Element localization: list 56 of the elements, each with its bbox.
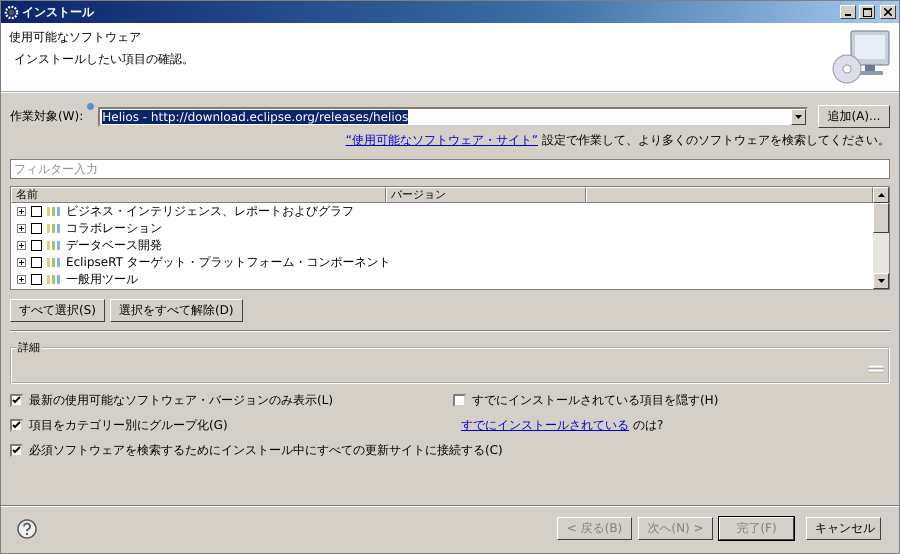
gear-icon bbox=[4, 4, 19, 20]
expand-icon[interactable] bbox=[17, 241, 26, 250]
expand-icon[interactable] bbox=[17, 258, 26, 267]
category-icon bbox=[47, 241, 61, 250]
header-title: 使用可能なソフトウェア bbox=[9, 29, 142, 46]
close-button[interactable] bbox=[880, 5, 896, 19]
window-title: インストール bbox=[22, 4, 96, 20]
available-sites-link[interactable]: “使用可能なソフトウェア・サイト” bbox=[346, 132, 538, 149]
option-label: 項目をカテゴリー別にグループ化(G) bbox=[29, 417, 228, 434]
category-icon bbox=[47, 207, 61, 216]
expand-icon[interactable] bbox=[17, 224, 26, 233]
sites-hint-text: 設定で作業して、より多くのソフトウェアを検索してください。 bbox=[542, 132, 890, 149]
category-icon bbox=[47, 275, 61, 284]
option-checkbox[interactable] bbox=[10, 394, 23, 407]
deselect-all-button[interactable]: 選択をすべて解除(D) bbox=[110, 299, 243, 322]
category-name: ビジネス・インテリジェンス、レポートおよびグラフ bbox=[66, 203, 354, 220]
column-header[interactable]: 名前 bbox=[11, 187, 386, 203]
installed-link[interactable]: すでにインストールされている bbox=[461, 417, 629, 434]
column-header[interactable]: バージョン bbox=[386, 187, 586, 203]
row-checkbox[interactable] bbox=[31, 257, 42, 268]
category-name: コラボレーション bbox=[66, 220, 162, 237]
row-checkbox[interactable] bbox=[31, 274, 42, 285]
select-all-button[interactable]: すべて選択(S) bbox=[10, 299, 105, 322]
expand-icon[interactable] bbox=[17, 207, 26, 216]
work-with-label: 作業対象(W): bbox=[10, 108, 84, 125]
scroll-up-arrow-icon[interactable] bbox=[878, 193, 884, 197]
option-checkbox[interactable] bbox=[453, 394, 466, 407]
header-description: インストールしたい項目の確認。 bbox=[13, 51, 195, 68]
option-label: 最新の使用可能なソフトウェア・バージョンのみ表示(L) bbox=[29, 392, 334, 409]
option-label: 必須ソフトウェアを検索するためにインストール中にすべての更新サイトに接続する(C) bbox=[29, 442, 503, 459]
expand-icon[interactable] bbox=[17, 275, 26, 284]
add-button[interactable]: 追加(A)... bbox=[818, 105, 890, 128]
maximize-icon bbox=[862, 8, 872, 16]
info-icon bbox=[87, 103, 94, 110]
category-name: 一般用ツール bbox=[66, 271, 138, 288]
minimize-button[interactable] bbox=[840, 5, 856, 19]
scroll-down-arrow-icon[interactable] bbox=[878, 279, 884, 283]
filter-field[interactable]: フィルター入力 bbox=[10, 159, 890, 179]
category-name: データベース開発 bbox=[66, 237, 162, 254]
category-icon bbox=[47, 258, 61, 267]
details-title: 詳細 bbox=[17, 340, 41, 355]
row-checkbox[interactable] bbox=[31, 223, 42, 234]
option-checkbox[interactable] bbox=[10, 419, 23, 432]
row-checkbox[interactable] bbox=[31, 240, 42, 251]
installed-hint-text: のは? bbox=[633, 417, 664, 434]
category-icon bbox=[47, 224, 61, 233]
option-checkbox[interactable] bbox=[10, 444, 23, 457]
wizard-button[interactable]: キャンセル bbox=[806, 517, 881, 540]
maximize-button[interactable] bbox=[859, 5, 875, 19]
row-checkbox[interactable] bbox=[31, 206, 42, 217]
category-name: EclipseRT ターゲット・プラットフォーム・コンポーネント bbox=[66, 254, 391, 271]
option-label: すでにインストールされている項目を隠す(H) bbox=[472, 392, 718, 409]
work-with-combo[interactable]: Helios - http://download.eclipse.org/releases/helios bbox=[98, 106, 808, 126]
scrollbar[interactable] bbox=[873, 187, 889, 289]
help-icon[interactable] bbox=[17, 518, 37, 538]
close-icon bbox=[884, 8, 892, 16]
